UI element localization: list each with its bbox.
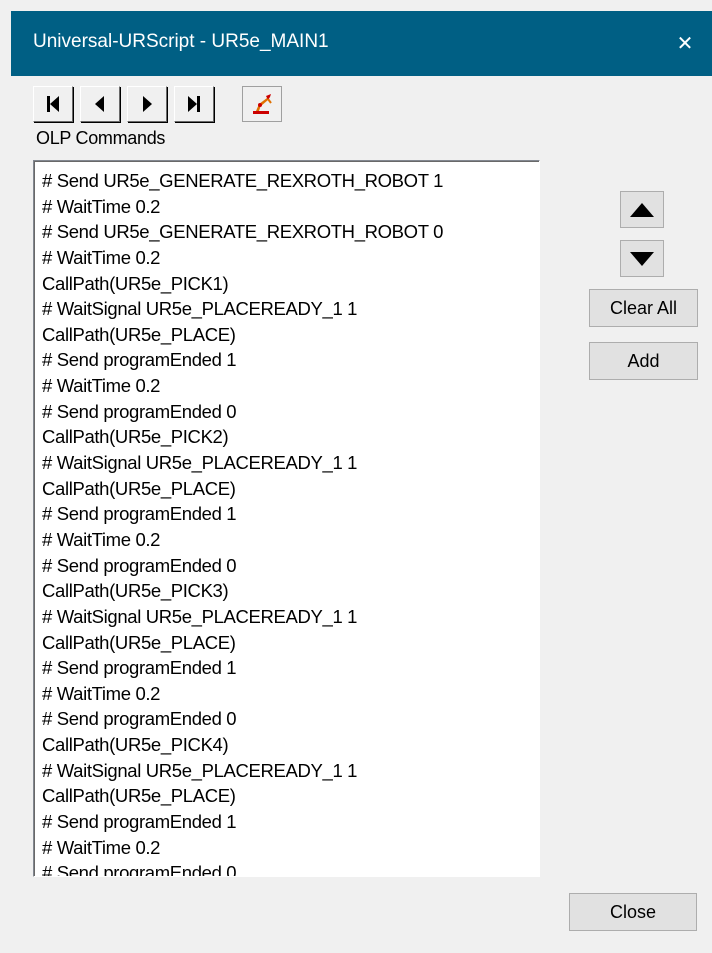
previous-icon — [95, 96, 104, 112]
command-item[interactable]: # WaitTime 0.2 — [34, 194, 539, 220]
command-item[interactable]: # WaitTime 0.2 — [34, 245, 539, 271]
first-button[interactable] — [33, 86, 73, 122]
olp-commands-label: OLP Commands — [36, 128, 166, 148]
command-item[interactable]: # Send programEnded 1 — [34, 655, 539, 681]
command-item[interactable]: # Send programEnded 1 — [34, 347, 539, 373]
next-icon — [143, 96, 152, 112]
command-item[interactable]: CallPath(UR5e_PLACE) — [34, 322, 539, 348]
clear-all-button[interactable]: Clear All — [589, 289, 698, 327]
previous-button[interactable] — [80, 86, 120, 122]
move-up-button[interactable] — [620, 191, 664, 228]
olp-commands-list[interactable]: # Send UR5e_GENERATE_REXROTH_ROBOT 1 # Wa… — [33, 160, 540, 877]
command-item[interactable]: # WaitSignal UR5e_PLACEREADY_1 1 — [34, 450, 539, 476]
move-down-button[interactable] — [620, 240, 664, 277]
command-item[interactable]: # Send programEnded 0 — [34, 706, 539, 732]
command-item[interactable]: # Send programEnded 0 — [34, 399, 539, 425]
title-bar[interactable]: Universal-URScript - UR5e_MAIN1 ✕ — [11, 11, 712, 76]
close-icon[interactable]: ✕ — [658, 11, 712, 76]
command-item[interactable]: # Send programEnded 0 — [34, 860, 539, 876]
command-item[interactable]: CallPath(UR5e_PICK4) — [34, 732, 539, 758]
command-item[interactable]: # Send UR5e_GENERATE_REXROTH_ROBOT 0 — [34, 219, 539, 245]
close-button[interactable]: Close — [569, 893, 697, 931]
add-button[interactable]: Add — [589, 342, 698, 380]
command-item[interactable]: CallPath(UR5e_PLACE) — [34, 630, 539, 656]
last-icon — [188, 96, 200, 112]
command-item[interactable]: CallPath(UR5e_PICK1) — [34, 271, 539, 297]
first-icon — [47, 96, 59, 112]
robot-teach-icon — [253, 94, 272, 114]
robot-teach-button[interactable] — [242, 86, 282, 122]
command-item[interactable]: CallPath(UR5e_PICK3) — [34, 578, 539, 604]
move-down-icon — [630, 251, 654, 266]
command-item[interactable]: CallPath(UR5e_PLACE) — [34, 783, 539, 809]
window-title: Universal-URScript - UR5e_MAIN1 — [33, 31, 329, 52]
urscript-dialog: Universal-URScript - UR5e_MAIN1 ✕ OLP Co… — [11, 11, 712, 953]
command-item[interactable]: CallPath(UR5e_PLACE) — [34, 476, 539, 502]
move-up-icon — [630, 202, 654, 217]
command-item[interactable]: # Send UR5e_GENERATE_REXROTH_ROBOT 1 — [34, 168, 539, 194]
command-item[interactable]: # Send programEnded 1 — [34, 809, 539, 835]
command-item[interactable]: # Send programEnded 0 — [34, 553, 539, 579]
command-item[interactable]: # WaitTime 0.2 — [34, 527, 539, 553]
command-item[interactable]: # WaitSignal UR5e_PLACEREADY_1 1 — [34, 758, 539, 784]
command-item[interactable]: CallPath(UR5e_PICK2) — [34, 424, 539, 450]
command-item[interactable]: # WaitTime 0.2 — [34, 373, 539, 399]
command-item[interactable]: # WaitTime 0.2 — [34, 681, 539, 707]
next-button[interactable] — [127, 86, 167, 122]
last-button[interactable] — [174, 86, 214, 122]
command-item[interactable]: # WaitSignal UR5e_PLACEREADY_1 1 — [34, 604, 539, 630]
command-item[interactable]: # WaitTime 0.2 — [34, 835, 539, 861]
command-item[interactable]: # WaitSignal UR5e_PLACEREADY_1 1 — [34, 296, 539, 322]
command-item[interactable]: # Send programEnded 1 — [34, 501, 539, 527]
